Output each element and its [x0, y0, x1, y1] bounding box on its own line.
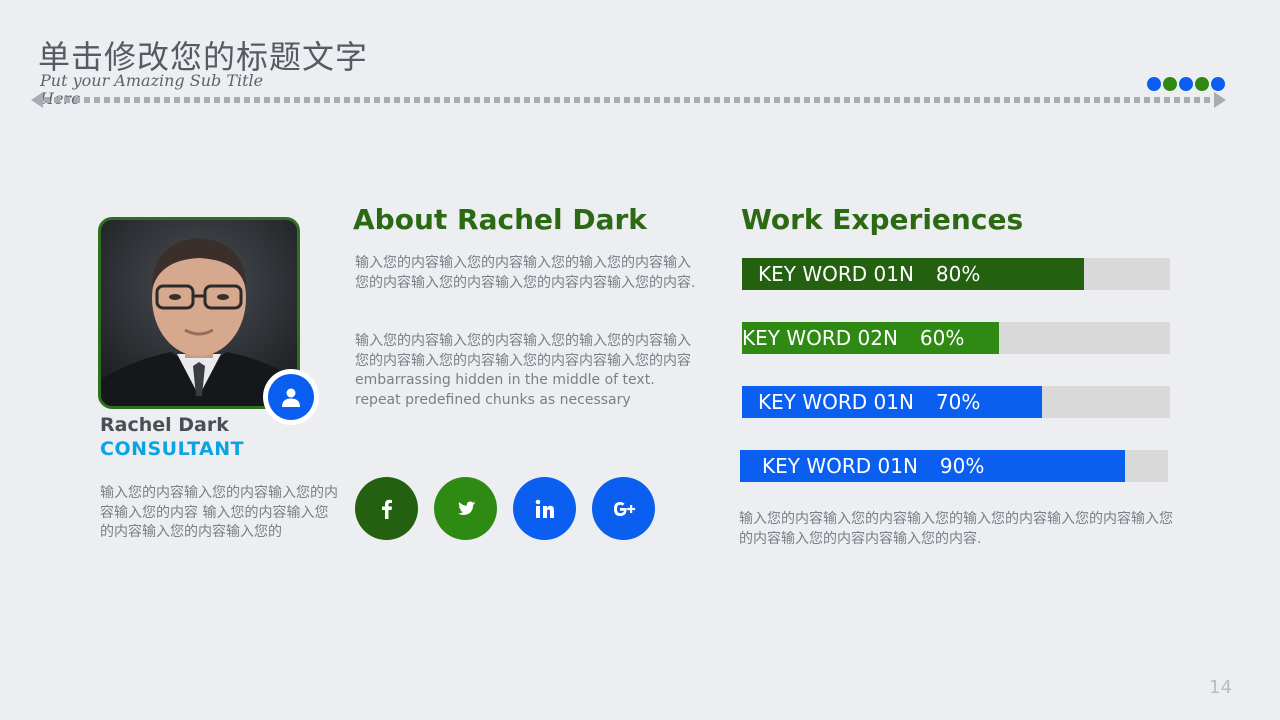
work-heading: Work Experiences: [741, 203, 1024, 236]
linkedin-button[interactable]: [513, 477, 576, 540]
arrow-left-icon: [31, 92, 43, 108]
twitter-icon: [457, 500, 475, 515]
page-number: 14: [1209, 677, 1232, 698]
profile-badge: [263, 369, 319, 425]
arrow-right-icon: [1214, 92, 1226, 108]
google-plus-icon: [613, 501, 635, 516]
decor-dot: [1195, 77, 1209, 91]
skill-value: 80%: [935, 262, 981, 286]
person-name: Rachel Dark: [100, 414, 229, 436]
decor-dot: [1179, 77, 1193, 91]
skill-value: 90%: [939, 454, 985, 478]
linkedin-icon: [535, 499, 554, 518]
skill-name: KEY WORD 02N: [742, 326, 898, 350]
google-plus-button[interactable]: [592, 477, 655, 540]
skill-bar-label: KEY WORD 01N 90%: [762, 450, 984, 482]
skill-value: 70%: [935, 390, 981, 414]
skill-value: 60%: [919, 326, 965, 350]
decor-dot: [1163, 77, 1177, 91]
dotted-divider: [44, 97, 1214, 103]
skill-name: KEY WORD 01N: [762, 454, 918, 478]
skill-name: KEY WORD 01N: [758, 262, 914, 286]
decor-dot: [1211, 77, 1225, 91]
skill-bar-label: KEY WORD 01N 70%: [758, 386, 980, 418]
decor-dot: [1147, 77, 1161, 91]
facebook-button[interactable]: [355, 477, 418, 540]
decor-dots: [1147, 77, 1225, 91]
social-buttons: [355, 477, 655, 540]
skill-bar-track: KEY WORD 01N 80%: [742, 258, 1170, 290]
skill-bar-label: KEY WORD 02N 60%: [742, 322, 964, 354]
skill-bar-track: KEY WORD 01N 70%: [742, 386, 1170, 418]
user-icon: [268, 374, 314, 420]
person-description: 输入您的内容输入您的内容输入您的内容输入您的内容 输入您的内容输入您的内容输入您…: [100, 485, 338, 540]
skill-bar-track: KEY WORD 01N 90%: [740, 450, 1168, 482]
about-heading: About Rachel Dark: [353, 203, 647, 236]
twitter-button[interactable]: [434, 477, 497, 540]
skill-name: KEY WORD 01N: [758, 390, 914, 414]
skill-bar-track: KEY WORD 02N 60%: [742, 322, 1170, 354]
about-paragraph-1: 输入您的内容输入您的内容输入您的输入您的内容输入您的内容输入您的内容输入您的内容…: [355, 255, 696, 291]
work-description: 输入您的内容输入您的内容输入您的输入您的内容输入您的内容输入您的内容输入您的内容…: [739, 511, 1173, 547]
facebook-icon: [381, 499, 392, 519]
person-role: CONSULTANT: [100, 438, 245, 460]
skill-bar-label: KEY WORD 01N 80%: [758, 258, 980, 290]
about-paragraph-2: 输入您的内容输入您的内容输入您的输入您的内容输入您的内容输入您的内容输入您的内容…: [355, 333, 691, 408]
